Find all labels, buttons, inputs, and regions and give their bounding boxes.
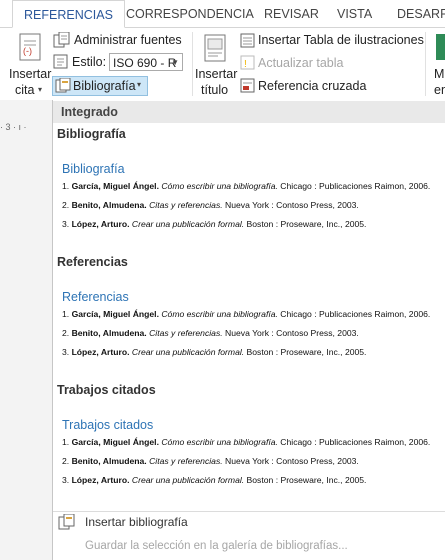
truncated-group-label-line2[interactable]: en xyxy=(434,83,445,97)
citation-line: 3. López, Arturo. Crear una publicación … xyxy=(62,347,367,357)
gallery-divider xyxy=(53,511,445,512)
chevron-down-icon[interactable]: ▼ xyxy=(171,54,179,72)
entry-title: Bibliografía xyxy=(62,162,125,176)
tab-referencias[interactable]: REFERENCIAS xyxy=(12,0,125,28)
citation-line: 1. García, Miguel Ángel. Cómo escribir u… xyxy=(62,309,431,319)
bibliography-button[interactable]: Bibliografía ▾ xyxy=(52,76,148,96)
cross-reference-icon[interactable] xyxy=(240,78,256,94)
svg-text:!: ! xyxy=(244,59,247,70)
truncated-group-icon[interactable] xyxy=(436,34,445,60)
citation-line: 3. López, Arturo. Crear una publicación … xyxy=(62,475,367,485)
insert-caption-icon[interactable] xyxy=(203,34,229,64)
chevron-down-icon: ▾ xyxy=(137,80,142,89)
style-label: Estilo: xyxy=(72,55,107,69)
insert-citation-label-line2[interactable]: cita xyxy=(15,83,34,97)
citation-line: 1. García, Miguel Ángel. Cómo escribir u… xyxy=(62,181,431,191)
bibliography-icon xyxy=(55,78,71,93)
tab-vista[interactable]: VISTA xyxy=(337,0,372,27)
citation-line: 2. Benito, Almudena. Citas y referencias… xyxy=(62,200,359,210)
section-label: Bibliografía xyxy=(57,127,126,141)
insert-citation-icon[interactable]: (-) xyxy=(17,33,45,65)
insert-bibliography-label: Insertar bibliografía xyxy=(85,515,188,529)
ribbon-divider xyxy=(425,32,426,96)
update-table-button: Actualizar tabla xyxy=(258,56,344,70)
entry-title: Trabajos citados xyxy=(62,418,154,432)
style-select[interactable]: ISO 690 - R ▼ xyxy=(109,53,183,71)
bibliography-button-label: Bibliografía xyxy=(73,79,136,93)
insert-caption-label-line2[interactable]: título xyxy=(201,83,228,97)
citation-line: 2. Benito, Almudena. Citas y referencias… xyxy=(62,328,359,338)
citation-line: 1. García, Miguel Ángel. Cómo escribir u… xyxy=(62,437,431,447)
document-area[interactable] xyxy=(0,100,53,560)
chevron-down-icon[interactable]: ▾ xyxy=(38,85,42,94)
ribbon-divider xyxy=(192,32,193,96)
ribbon-tab-bar: REFERENCIAS CORRESPONDENCIA REVISAR VIST… xyxy=(0,0,445,28)
manage-sources-button[interactable]: Administrar fuentes xyxy=(74,33,182,47)
insert-caption-label-line1[interactable]: Insertar xyxy=(195,67,237,81)
citation-line: 2. Benito, Almudena. Citas y referencias… xyxy=(62,456,359,466)
ruler: · 3 · ı · xyxy=(0,122,27,132)
insert-bibliography-icon xyxy=(58,514,75,530)
insert-citation-label-line1[interactable]: Insertar xyxy=(9,67,51,81)
insert-table-figures-icon[interactable] xyxy=(240,33,256,49)
update-table-icon: ! xyxy=(240,55,255,70)
entry-title: Referencias xyxy=(62,290,129,304)
section-label: Referencias xyxy=(57,255,128,269)
citation-line: 3. López, Arturo. Crear una publicación … xyxy=(62,219,367,229)
gallery-header: Integrado xyxy=(53,101,445,123)
tab-revisar[interactable]: REVISAR xyxy=(264,0,319,27)
insert-table-figures-button[interactable]: Insertar Tabla de ilustraciones xyxy=(258,33,424,47)
save-selection-menu-item: Guardar la selección en la galería de bi… xyxy=(85,540,348,552)
truncated-group-label-line1[interactable]: M xyxy=(434,67,444,81)
style-icon xyxy=(53,54,68,69)
cross-reference-button[interactable]: Referencia cruzada xyxy=(258,79,366,93)
tab-correspondencia[interactable]: CORRESPONDENCIA xyxy=(126,0,254,27)
style-select-value: ISO 690 - R xyxy=(113,56,177,70)
bibliography-gallery: Integrado Bibliografía Bibliografía 1. G… xyxy=(52,100,445,560)
tab-desarrollador[interactable]: DESARRO xyxy=(397,0,445,27)
svg-text:(-): (-) xyxy=(23,46,32,56)
manage-sources-icon[interactable] xyxy=(53,32,71,48)
section-label: Trabajos citados xyxy=(57,383,156,397)
